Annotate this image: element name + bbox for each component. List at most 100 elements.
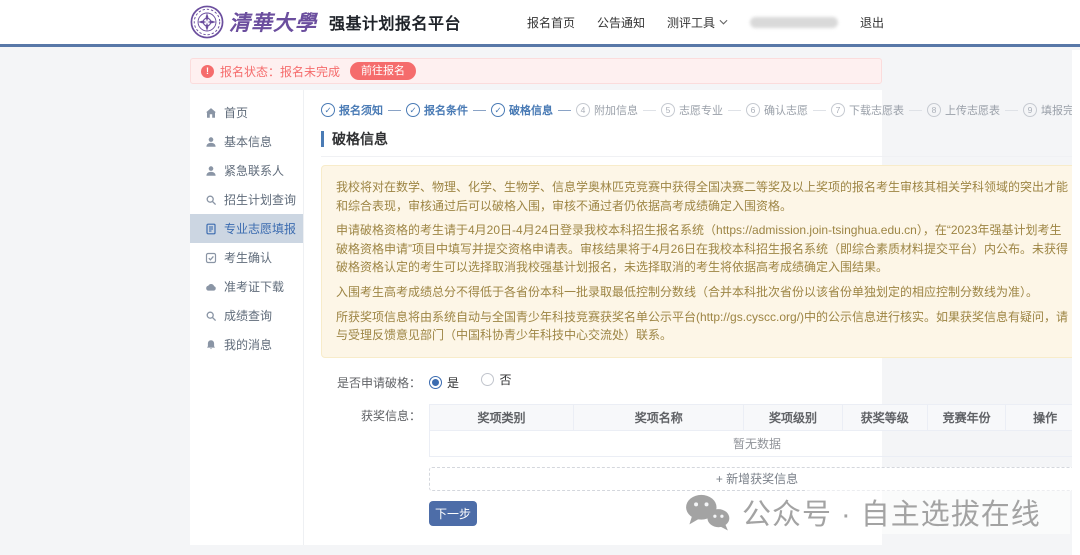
check-circle-icon: ✓ [406, 103, 420, 117]
sidebar-item-ticket-download[interactable]: 准考证下载 [190, 272, 303, 301]
app-screen: 清華大學 强基计划报名平台 报名首页 公告通知 测评工具 退出 ! 报名状态：报… [0, 0, 1080, 555]
cloud-download-icon [205, 281, 217, 293]
sidebar-item-candidate-confirm[interactable]: 考生确认 [190, 243, 303, 272]
awards-table-header-row: 奖项类别 奖项名称 奖项级别 获奖等级 竞赛年份 操作 [430, 404, 1080, 430]
page-title: 破格信息 [321, 131, 1080, 147]
warning-icon: ! [201, 65, 214, 78]
step-confirm-preference: 6确认志愿 [746, 102, 808, 118]
watermark-text: 公众号 · 自主选拔在线 [742, 491, 1041, 533]
university-wordmark: 清華大學 [229, 7, 317, 37]
awards-row: 获奖信息： 奖项类别 奖项名称 奖项级别 获奖等级 竞赛年份 操作 [321, 404, 1080, 491]
sidebar-item-label: 招生计划查询 [224, 191, 296, 208]
step-connector [1005, 110, 1018, 111]
step-conditions: ✓报名条件 [406, 102, 468, 118]
sidebar-item-label: 准考证下载 [224, 278, 284, 295]
tsinghua-seal-icon [190, 5, 224, 39]
step-download-form: 7下载志愿表 [831, 102, 904, 118]
search-icon [205, 194, 217, 206]
notice-paragraph: 我校将对在数学、物理、化学、生物学、信息学奥林匹克竞赛中获得全国决赛二等奖及以上… [336, 178, 1070, 215]
wechat-icon [684, 493, 730, 531]
next-step-button[interactable]: 下一步 [429, 501, 477, 526]
sidebar-item-emergency-contact[interactable]: 紧急联系人 [190, 156, 303, 185]
step-connector [388, 110, 401, 111]
step-connector [473, 110, 486, 111]
step-connector [909, 110, 922, 111]
bell-icon [205, 339, 217, 351]
sidebar-item-home[interactable]: 首页 [190, 98, 303, 127]
step-number-icon: 6 [746, 103, 760, 117]
sidebar-item-label: 考生确认 [224, 249, 272, 266]
check-circle-icon: ✓ [491, 103, 505, 117]
notice-paragraph: 所获奖项信息将由系统自动与全国青少年科技竞赛获奖名单公示平台(http://gs… [336, 308, 1070, 345]
step-connector [643, 110, 656, 111]
logout-button[interactable]: 退出 [860, 14, 884, 31]
exception-notice-box: 我校将对在数学、物理、化学、生物学、信息学奥林匹克竞赛中获得全国决赛二等奖及以上… [321, 165, 1080, 358]
search-icon [205, 310, 217, 322]
registration-status-alert: ! 报名状态：报名未完成 前往报名 [190, 58, 882, 84]
step-number-icon: 8 [927, 103, 941, 117]
apply-exception-label: 是否申请破格： [321, 371, 421, 391]
col-actions: 操作 [1006, 404, 1080, 430]
sidebar-item-admission-plan-query[interactable]: 招生计划查询 [190, 185, 303, 214]
nav-home[interactable]: 报名首页 [527, 14, 575, 31]
col-award-category: 奖项类别 [430, 404, 574, 430]
sidebar-item-label: 我的消息 [224, 336, 272, 353]
sidebar-item-my-messages[interactable]: 我的消息 [190, 330, 303, 359]
step-notice: ✓报名须知 [321, 102, 383, 118]
empty-data-text: 暂无数据 [430, 430, 1080, 456]
sidebar-item-label: 成绩查询 [224, 307, 272, 324]
step-number-icon: 7 [831, 103, 845, 117]
notice-paragraph: 申请破格资格的考生请于4月20日-4月24日登录我校本科招生报名系统（https… [336, 221, 1070, 277]
radio-no[interactable]: 否 [481, 371, 511, 388]
sidebar: 首页 基本信息 紧急联系人 招生计划查询 专业志愿填报 考生确认 [190, 90, 304, 545]
user-icon [205, 165, 217, 177]
radio-yes[interactable]: 是 [429, 374, 459, 391]
top-nav: 报名首页 公告通知 测评工具 退出 [527, 0, 884, 44]
sidebar-item-score-query[interactable]: 成绩查询 [190, 301, 303, 330]
step-number-icon: 4 [576, 103, 590, 117]
logo: 清華大學 强基计划报名平台 [190, 5, 461, 39]
nav-announcements[interactable]: 公告通知 [597, 14, 645, 31]
step-exception-info: ✓破格信息 [491, 102, 553, 118]
empty-row: 暂无数据 [430, 430, 1080, 456]
chevron-down-icon [719, 19, 728, 25]
platform-title: 强基计划报名平台 [329, 10, 461, 34]
check-square-icon [205, 252, 217, 264]
col-competition-year: 竞赛年份 [927, 404, 1006, 430]
awards-label: 获奖信息： [321, 404, 421, 491]
alert-text: 报名状态：报名未完成 [220, 63, 340, 80]
radio-unselected-icon [481, 373, 494, 386]
col-award-level: 奖项级别 [744, 404, 842, 430]
form-icon [205, 223, 217, 235]
nav-assessment-tools[interactable]: 测评工具 [667, 14, 728, 31]
check-circle-icon: ✓ [321, 103, 335, 117]
sidebar-item-label: 首页 [224, 104, 248, 121]
user-icon [205, 136, 217, 148]
divider [321, 156, 1080, 157]
scrollbar-track[interactable] [1072, 50, 1080, 555]
step-connector [558, 110, 571, 111]
progress-stepper: ✓报名须知 ✓报名条件 ✓破格信息 4附加信息 5志愿专业 6确认志愿 7下载志… [321, 102, 1080, 118]
notice-paragraph: 入围考生高考成绩总分不得低于各省份本科一批录取最低控制分数线（合并本科批次省份以… [336, 283, 1070, 302]
sidebar-item-label: 专业志愿填报 [224, 220, 296, 237]
col-award-name: 奖项名称 [574, 404, 744, 430]
step-number-icon: 5 [661, 103, 675, 117]
home-icon [205, 107, 217, 119]
step-connector [728, 110, 741, 111]
top-header: 清華大學 强基计划报名平台 报名首页 公告通知 测评工具 退出 [0, 0, 1080, 47]
step-additional-info: 4附加信息 [576, 102, 638, 118]
awards-control: 奖项类别 奖项名称 奖项级别 获奖等级 竞赛年份 操作 暂无数据 [429, 404, 1080, 491]
sidebar-item-label: 紧急联系人 [224, 162, 284, 179]
col-award-grade: 获奖等级 [842, 404, 927, 430]
user-name-redacted [750, 17, 838, 28]
step-major-preference: 5志愿专业 [661, 102, 723, 118]
awards-table: 奖项类别 奖项名称 奖项级别 获奖等级 竞赛年份 操作 暂无数据 [429, 404, 1080, 457]
content-area: ✓报名须知 ✓报名条件 ✓破格信息 4附加信息 5志愿专业 6确认志愿 7下载志… [304, 90, 1080, 545]
go-register-button[interactable]: 前往报名 [350, 62, 416, 80]
sidebar-item-label: 基本信息 [224, 133, 272, 150]
sidebar-item-basic-info[interactable]: 基本信息 [190, 127, 303, 156]
apply-exception-radios: 是 否 [429, 371, 1080, 391]
apply-exception-row: 是否申请破格： 是 否 [321, 371, 1080, 391]
sidebar-item-major-preference[interactable]: 专业志愿填报 [190, 214, 303, 243]
step-connector [813, 110, 826, 111]
